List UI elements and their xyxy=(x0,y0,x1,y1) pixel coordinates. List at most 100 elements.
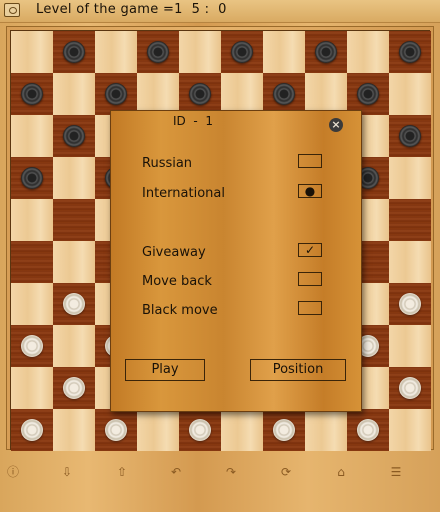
white-checker-piece[interactable] xyxy=(63,377,85,399)
board-square xyxy=(53,241,95,283)
black-checker-piece[interactable] xyxy=(21,167,43,189)
white-checker-piece[interactable] xyxy=(399,293,421,315)
board-square[interactable] xyxy=(389,283,431,325)
black-checker-piece[interactable] xyxy=(399,125,421,147)
option-move-back-label: Move back xyxy=(142,274,212,289)
white-checker-piece[interactable] xyxy=(357,419,379,441)
black-checker-piece[interactable] xyxy=(273,83,295,105)
board-square[interactable] xyxy=(53,283,95,325)
close-icon[interactable]: × xyxy=(329,118,343,132)
board-square xyxy=(221,409,263,451)
white-checker-piece[interactable] xyxy=(21,335,43,357)
board-square xyxy=(95,31,137,73)
board-square[interactable] xyxy=(347,73,389,115)
board-square[interactable] xyxy=(137,31,179,73)
top-status-bar: Level of the game =1 5 : 0 xyxy=(0,0,440,23)
board-square[interactable] xyxy=(95,73,137,115)
board-square[interactable] xyxy=(389,31,431,73)
game-level-status: Level of the game =1 5 : 0 xyxy=(36,2,227,17)
board-square[interactable] xyxy=(95,409,137,451)
board-square[interactable] xyxy=(53,31,95,73)
board-square xyxy=(389,325,431,367)
board-square[interactable] xyxy=(53,367,95,409)
board-square[interactable] xyxy=(11,409,53,451)
board-square xyxy=(305,73,347,115)
board-square xyxy=(11,283,53,325)
board-square[interactable] xyxy=(11,325,53,367)
board-square xyxy=(221,73,263,115)
board-square[interactable] xyxy=(11,241,53,283)
rotate-icon[interactable]: ⟳ xyxy=(279,465,293,479)
menu-button-icon[interactable] xyxy=(4,3,20,17)
board-square[interactable] xyxy=(389,199,431,241)
option-black-move-label: Black move xyxy=(142,303,218,318)
undo-icon[interactable]: ↶ xyxy=(169,465,183,479)
board-square xyxy=(53,73,95,115)
board-square xyxy=(305,409,347,451)
black-checker-piece[interactable] xyxy=(63,125,85,147)
dialog-title: ID - 1 xyxy=(173,114,214,128)
white-checker-piece[interactable] xyxy=(21,419,43,441)
black-checker-piece[interactable] xyxy=(399,41,421,63)
board-square xyxy=(263,31,305,73)
option-black-move-checkbox[interactable] xyxy=(298,301,322,315)
board-square[interactable] xyxy=(53,199,95,241)
board-square[interactable] xyxy=(389,115,431,157)
board-square xyxy=(11,115,53,157)
board-square[interactable] xyxy=(389,367,431,409)
up-icon[interactable]: ⇧ xyxy=(115,465,129,479)
black-checker-piece[interactable] xyxy=(189,83,211,105)
board-square[interactable] xyxy=(263,409,305,451)
black-checker-piece[interactable] xyxy=(231,41,253,63)
black-checker-piece[interactable] xyxy=(147,41,169,63)
menu-icon[interactable]: ☰ xyxy=(389,465,403,479)
option-international-label: International xyxy=(142,186,225,201)
white-checker-piece[interactable] xyxy=(63,293,85,315)
white-checker-piece[interactable] xyxy=(399,377,421,399)
black-checker-piece[interactable] xyxy=(63,41,85,63)
board-square xyxy=(11,367,53,409)
black-checker-piece[interactable] xyxy=(357,83,379,105)
white-checker-piece[interactable] xyxy=(273,419,295,441)
board-square[interactable] xyxy=(179,73,221,115)
info-icon[interactable]: ⓘ xyxy=(6,465,20,479)
option-international-radio[interactable]: ● xyxy=(298,184,322,198)
board-square xyxy=(389,241,431,283)
board-square[interactable] xyxy=(11,157,53,199)
redo-icon[interactable]: ↷ xyxy=(224,465,238,479)
board-square xyxy=(389,157,431,199)
game-settings-dialog: ID - 1 × Russian International ● Giveawa… xyxy=(110,110,362,412)
option-giveaway-checkbox[interactable]: ✓ xyxy=(298,243,322,257)
board-square xyxy=(137,409,179,451)
board-square[interactable] xyxy=(11,73,53,115)
play-button[interactable]: Play xyxy=(125,359,205,381)
black-checker-piece[interactable] xyxy=(315,41,337,63)
board-square xyxy=(347,31,389,73)
board-square[interactable] xyxy=(179,409,221,451)
board-square xyxy=(11,199,53,241)
option-russian-label: Russian xyxy=(142,156,193,171)
position-button[interactable]: Position xyxy=(250,359,346,381)
board-square xyxy=(53,157,95,199)
board-square xyxy=(53,409,95,451)
option-giveaway-label: Giveaway xyxy=(142,245,206,260)
white-checker-piece[interactable] xyxy=(189,419,211,441)
black-checker-piece[interactable] xyxy=(105,83,127,105)
board-square xyxy=(179,31,221,73)
board-square[interactable] xyxy=(221,31,263,73)
black-checker-piece[interactable] xyxy=(21,83,43,105)
option-move-back-checkbox[interactable] xyxy=(298,272,322,286)
board-square xyxy=(11,31,53,73)
down-icon[interactable]: ⇩ xyxy=(60,465,74,479)
option-russian-radio[interactable] xyxy=(298,154,322,168)
board-square[interactable] xyxy=(53,115,95,157)
home-icon[interactable]: ⌂ xyxy=(334,465,348,479)
board-square xyxy=(389,73,431,115)
white-checker-piece[interactable] xyxy=(105,419,127,441)
board-square[interactable] xyxy=(347,409,389,451)
board-square xyxy=(53,325,95,367)
board-square xyxy=(137,73,179,115)
board-square[interactable] xyxy=(305,31,347,73)
board-square[interactable] xyxy=(263,73,305,115)
board-square xyxy=(389,409,431,451)
